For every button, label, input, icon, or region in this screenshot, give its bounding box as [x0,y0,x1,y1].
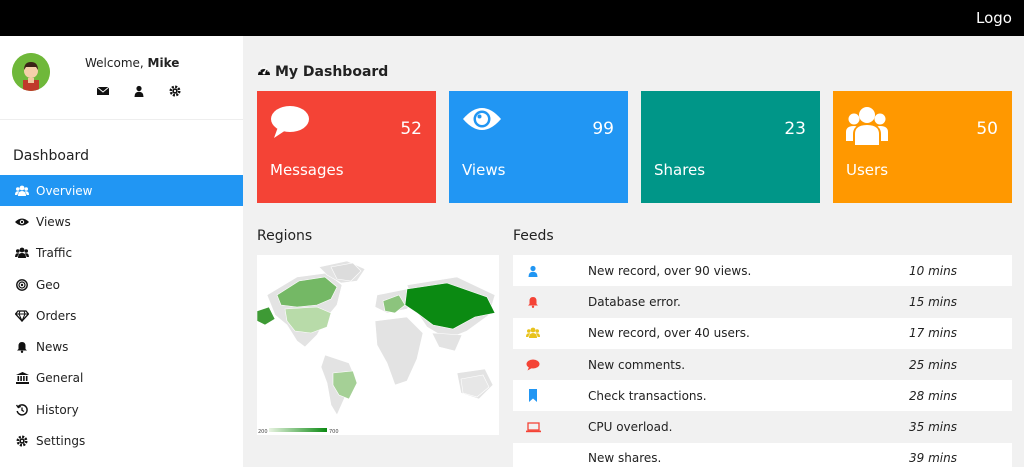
sidebar-item-label: Orders [36,308,77,323]
sidebar-item-general[interactable]: General [0,363,243,394]
user-name: Mike [147,56,180,70]
feed-text: Check transactions. [588,388,707,403]
feed-text: New shares. [588,451,662,466]
map-region-alaska[interactable] [256,306,276,326]
bullseye-icon [15,278,29,292]
card-value: 52 [400,119,422,139]
feed-time: 28 mins [909,388,957,403]
regions-title: Regions [257,228,313,244]
card-value: 99 [592,119,614,139]
users-icon [15,184,29,198]
messages-card[interactable]: 52 Messages [257,91,436,203]
feed-row[interactable]: New comments. 25 mins [513,348,1012,381]
feed-text: New record, over 90 views. [588,263,752,278]
feed-text: Database error. [588,294,681,309]
sidebar-item-overview[interactable]: Overview [0,175,243,207]
feed-row[interactable]: New record, over 40 users. 17 mins [513,317,1012,349]
eye-icon [462,105,502,137]
page-title: My Dashboard [257,64,388,80]
feed-row[interactable]: New shares. 39 mins [513,442,1012,467]
sidebar-item-history[interactable]: History [0,394,243,425]
sidebar-divider [0,119,243,120]
feed-time: 10 mins [909,263,957,278]
sidebar-item-news[interactable]: News [0,331,243,362]
comment-icon [270,105,310,143]
feed-time: 25 mins [909,357,957,372]
comment-icon [513,359,553,371]
card-value: 23 [784,119,806,139]
sidebar-item-label: Overview [36,183,93,198]
legend-gradient [269,428,327,432]
feed-time: 39 mins [909,451,957,466]
card-label: Users [846,161,889,179]
feed-text: New comments. [588,357,686,372]
sidebar-heading: Dashboard [13,148,89,164]
feeds-list: New record, over 90 views. 10 mins Datab… [513,255,1012,467]
user-actions [96,82,181,97]
history-icon [15,403,29,417]
feeds-title: Feeds [513,228,554,244]
gear-icon [15,434,29,448]
users-card[interactable]: 50 Users [833,91,1012,203]
user-icon[interactable] [133,82,145,97]
sidebar-item-label: General [36,371,84,386]
top-bar: Logo [0,0,1024,36]
sidebar-item-geo[interactable]: Geo [0,269,243,300]
bookmark-icon [513,389,553,403]
card-label: Shares [654,161,706,179]
views-card[interactable]: 99 Views [449,91,628,203]
users-icon [513,327,553,339]
feed-row[interactable]: CPU overload. 35 mins [513,411,1012,443]
sidebar-item-label: Traffic [36,246,73,261]
feed-row[interactable]: Database error. 15 mins [513,286,1012,318]
card-value: 50 [976,119,998,139]
user-icon [513,265,553,277]
card-label: Views [462,161,506,179]
bell-icon [513,296,553,308]
map-region-australia[interactable] [460,374,490,398]
page-title-text: My Dashboard [275,64,389,80]
sidebar-item-settings[interactable]: Settings [0,425,243,456]
gear-icon[interactable] [169,82,181,97]
welcome-prefix: Welcome, [85,56,148,70]
legend-max: 700 [329,429,339,435]
sidebar-item-label: Geo [36,277,61,292]
avatar[interactable] [12,53,50,91]
dashboard-gauge-icon [257,64,271,80]
feed-row[interactable]: Check transactions. 28 mins [513,380,1012,412]
sidebar-item-traffic[interactable]: Traffic [0,238,243,269]
feed-text: New record, over 40 users. [588,326,750,341]
users-icon [846,105,888,149]
feed-time: 35 mins [909,420,957,435]
feed-text: CPU overload. [588,420,673,435]
sidebar-nav: Overview Views Traffic Geo Orders News G… [0,175,243,457]
sidebar-item-label: Views [36,214,71,229]
card-label: Messages [270,161,344,179]
sidebar-item-label: History [36,402,79,417]
eye-icon [15,215,29,229]
logo[interactable]: Logo [976,9,1012,27]
laptop-icon [513,421,553,433]
sidebar-item-label: Settings [36,434,86,449]
welcome-text: Welcome, Mike [85,56,179,70]
feed-time: 17 mins [909,326,957,341]
shares-card[interactable]: 23 Shares [641,91,820,203]
regions-map[interactable]: 200 700 [256,255,499,435]
feed-time: 15 mins [909,294,957,309]
feed-row[interactable]: New record, over 90 views. 10 mins [513,255,1012,287]
diamond-icon [15,309,29,323]
legend-min: 200 [258,429,268,435]
sidebar-item-orders[interactable]: Orders [0,300,243,331]
bell-icon [15,340,29,354]
users-icon [15,246,29,260]
envelope-icon[interactable] [96,82,110,95]
bank-icon [15,371,29,385]
sidebar-item-label: News [36,340,69,355]
sidebar-item-views[interactable]: Views [0,206,243,237]
sidebar: Welcome, Mike Dashboard Overview Views T… [0,36,243,467]
